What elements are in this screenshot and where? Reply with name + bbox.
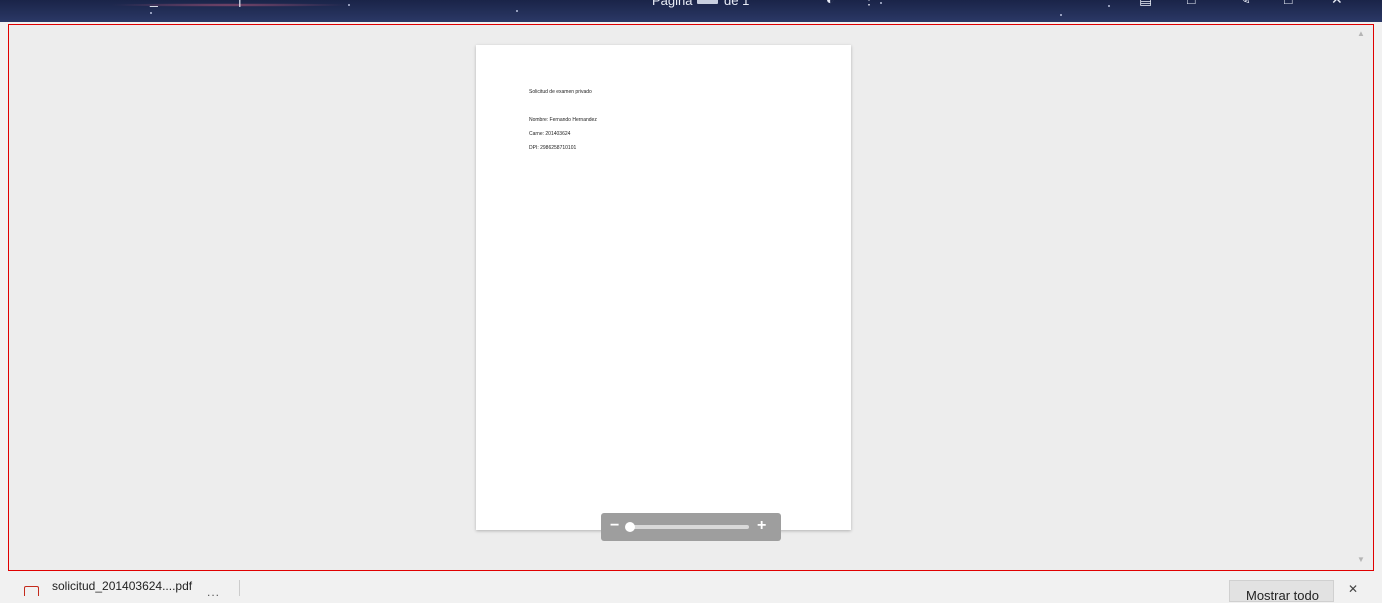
document-title: Solicitud de examen privado	[529, 89, 592, 95]
download-file-name[interactable]: solicitud_201403624....pdf	[52, 579, 192, 593]
scroll-down-icon[interactable]: ▼	[1357, 555, 1365, 564]
close-download-bar-icon[interactable]: ✕	[1348, 582, 1358, 596]
scroll-up-icon[interactable]: ▲	[1357, 29, 1365, 38]
pdf-file-icon	[24, 586, 39, 596]
zoom-in-button[interactable]: +	[757, 517, 766, 535]
download-more-text: ...	[207, 585, 221, 599]
options-icon[interactable]: ⋮	[862, 0, 878, 6]
show-all-button[interactable]: Mostrar todo	[1229, 580, 1334, 603]
pdf-page: Solicitud de examen privado Nombre: Fern…	[476, 45, 851, 530]
page-label: Página	[652, 0, 693, 8]
zoom-slider-thumb[interactable]	[625, 522, 635, 532]
pdf-viewer-area[interactable]: Solicitud de examen privado Nombre: Fern…	[8, 24, 1374, 571]
zoom-out-button[interactable]: −	[610, 517, 619, 535]
contents-icon[interactable]: |	[238, 0, 254, 6]
zoom-slider-track[interactable]	[629, 525, 749, 529]
document-carne-line: Carne: 201403624	[529, 131, 571, 137]
print-icon[interactable]: ▤	[1139, 0, 1155, 6]
download-bar: solicitud_201403624....pdf ... Mostrar t…	[0, 572, 1382, 603]
download-separator	[239, 580, 240, 596]
close-icon[interactable]: ✕	[1331, 0, 1347, 6]
document-name-line: Nombre: Fernando Hernandez	[529, 117, 597, 123]
zoom-control: − +	[601, 513, 781, 541]
night-mode-icon[interactable]: ◐	[826, 0, 842, 6]
menu-icon[interactable]: _	[150, 0, 166, 6]
fullscreen-icon[interactable]: □	[1284, 0, 1300, 6]
page-total: de 1	[724, 0, 750, 8]
document-dpi-line: DPI: 2986258710101	[529, 145, 577, 151]
page-number-input[interactable]	[697, 0, 718, 4]
save-icon[interactable]: □	[1187, 0, 1203, 6]
draw-icon[interactable]: ✎	[1239, 0, 1255, 6]
viewer-toolbar: _ | Página de 1 ◐ ⋮ ▤ □ ✎ □ ✕	[0, 0, 1382, 22]
